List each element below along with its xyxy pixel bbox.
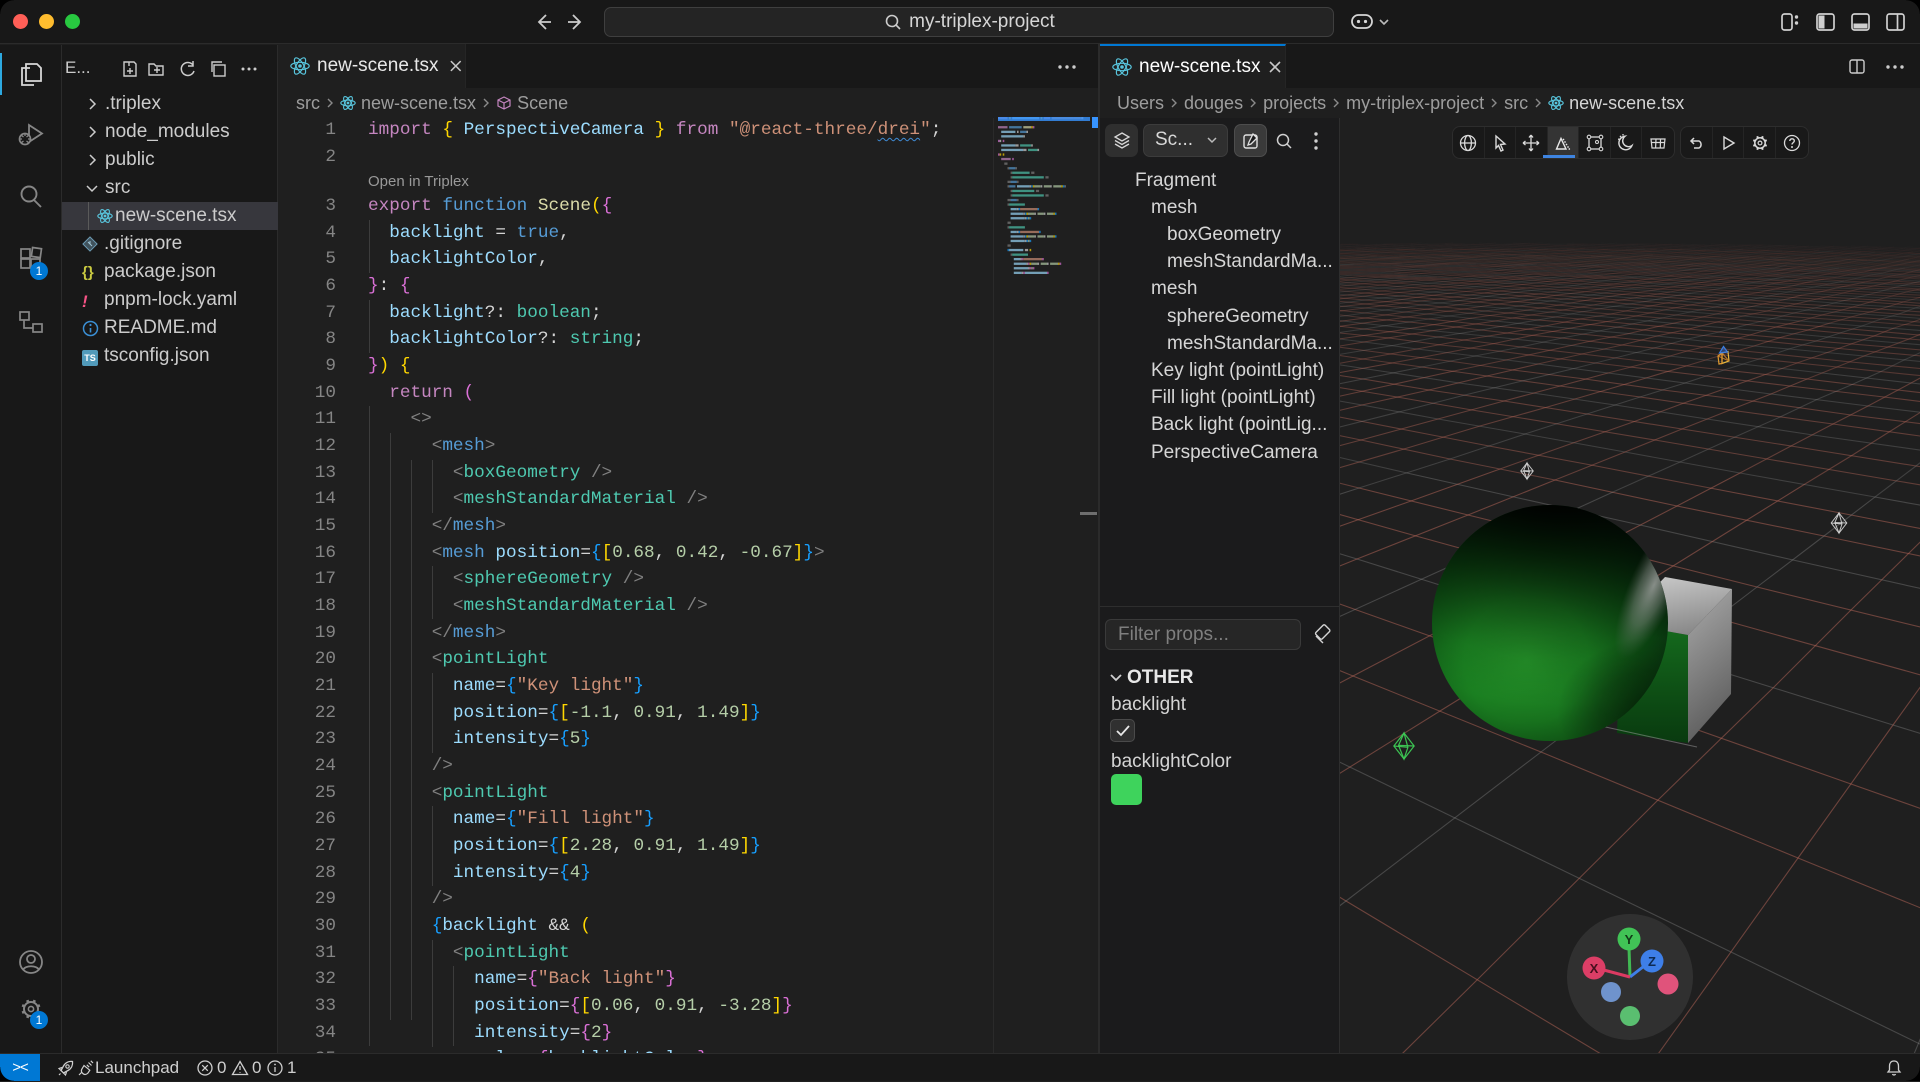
svg-text:Z: Z <box>1648 954 1656 969</box>
svg-text:X: X <box>1590 961 1599 976</box>
svg-text:Y: Y <box>1625 932 1634 947</box>
